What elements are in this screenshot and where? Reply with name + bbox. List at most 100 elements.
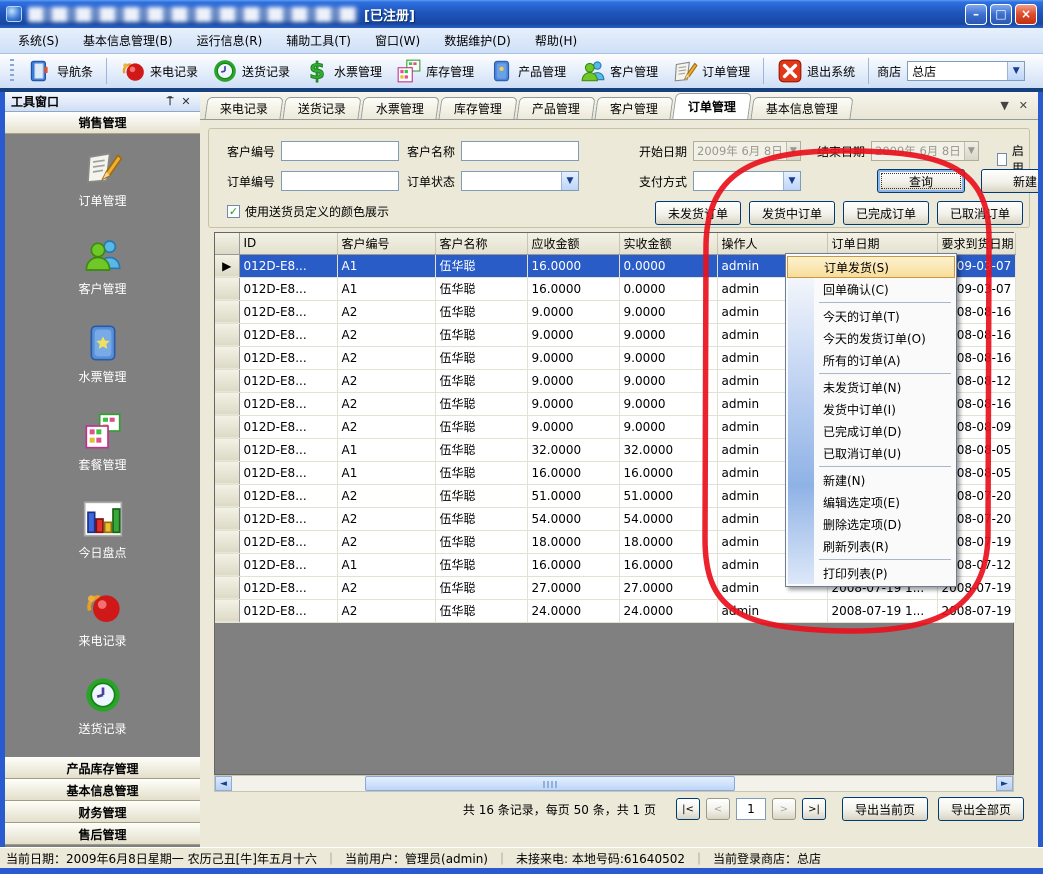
page-number-input[interactable]: 1	[736, 798, 766, 820]
sidebar-item-今日盘点[interactable]: 今日盘点	[5, 486, 200, 574]
tab-来电记录[interactable]: 来电记录	[204, 97, 283, 119]
sidebar-section-售后管理[interactable]: 售后管理	[5, 823, 200, 845]
table-cell: 2008-07-19 1...	[937, 599, 1015, 622]
sidebar-item-来电记录[interactable]: 来电记录	[5, 574, 200, 662]
tab-scroll-icon[interactable]: ▼	[1000, 99, 1008, 112]
sidebar-item-订单管理[interactable]: 订单管理	[5, 134, 200, 222]
column-header-ID[interactable]: ID	[239, 233, 337, 254]
context-menu-item-今天的发货订单(O)[interactable]: 今天的发货订单(O)	[787, 327, 955, 349]
minimize-button[interactable]: –	[965, 4, 987, 25]
context-menu-item-新建(N)[interactable]: 新建(N)	[787, 469, 955, 491]
context-menu-item-编辑选定项(E)[interactable]: 编辑选定项(E)	[787, 491, 955, 513]
tab-水票管理[interactable]: 水票管理	[360, 97, 439, 119]
context-menu-item-打印列表(P)[interactable]: 打印列表(P)	[787, 562, 955, 584]
next-page-button[interactable]: >	[772, 798, 796, 820]
sidebar-item-套餐管理[interactable]: 套餐管理	[5, 398, 200, 486]
tab-label: 基本信息管理	[766, 100, 838, 117]
sidebar-section-sales[interactable]: 销售管理	[5, 112, 200, 134]
context-menu-item-刷新列表(R)[interactable]: 刷新列表(R)	[787, 535, 955, 557]
tab-客户管理[interactable]: 客户管理	[595, 97, 674, 119]
menu-item-6[interactable]: 帮助(H)	[525, 29, 587, 52]
sidebar-section-产品库存管理[interactable]: 产品库存管理	[5, 757, 200, 779]
context-menu-item-未发货订单(N)[interactable]: 未发货订单(N)	[787, 376, 955, 398]
query-button[interactable]: 查询	[877, 169, 965, 193]
bell-icon	[83, 587, 123, 627]
column-header-客户编号[interactable]: 客户编号	[337, 233, 435, 254]
pay-method-select[interactable]: ▼	[693, 171, 801, 191]
export-current-page-button[interactable]: 导出当前页	[842, 797, 928, 821]
order-status-select[interactable]: ▼	[461, 171, 579, 191]
tab-库存管理[interactable]: 库存管理	[439, 97, 518, 119]
sidebar-item-送货记录[interactable]: 送货记录	[5, 662, 200, 750]
menu-item-5[interactable]: 数据维护(D)	[434, 29, 521, 52]
tab-close-icon[interactable]: ✕	[1019, 99, 1028, 112]
column-header-实收金额[interactable]: 实收金额	[619, 233, 717, 254]
context-menu-item-今天的订单(T)[interactable]: 今天的订单(T)	[787, 305, 955, 327]
tab-订单管理[interactable]: 订单管理	[672, 93, 752, 119]
start-date-picker[interactable]: 2009年 6月 8日 ▼	[693, 141, 801, 161]
status-filter-button-发货中订单[interactable]: 发货中订单	[749, 201, 835, 225]
column-header-要求到货日期[interactable]: 要求到货日期	[937, 233, 1015, 254]
toolbar-button-exit[interactable]: 退出系统	[772, 56, 860, 86]
scrollbar-thumb[interactable]	[365, 776, 735, 791]
menu-item-3[interactable]: 辅助工具(T)	[276, 29, 361, 52]
sidebar-section-财务管理[interactable]: 财务管理	[5, 801, 200, 823]
customer-name-input[interactable]	[461, 141, 579, 161]
toolbar-button-box[interactable]: 产品管理	[483, 56, 571, 86]
toolbar-button-bell[interactable]: 来电记录	[115, 56, 203, 86]
close-button[interactable]: ×	[1015, 4, 1037, 25]
close-icon[interactable]: ✕	[178, 94, 194, 110]
order-no-input[interactable]	[281, 171, 399, 191]
menu-item-0[interactable]: 系统(S)	[8, 29, 69, 52]
tab-送货记录[interactable]: 送货记录	[282, 97, 361, 119]
color-display-checkbox[interactable]: ✓	[227, 205, 240, 218]
pin-icon[interactable]: ⍑	[162, 94, 178, 110]
horizontal-scrollbar[interactable]: ◄ ►	[214, 775, 1014, 792]
shop-combobox[interactable]: 总店▼	[907, 61, 1025, 81]
toolbar-button-clock[interactable]: 送货记录	[207, 56, 295, 86]
column-header-订单日期[interactable]: 订单日期	[827, 233, 937, 254]
menu-item-1[interactable]: 基本信息管理(B)	[73, 29, 183, 52]
column-header-操作人[interactable]: 操作人	[717, 233, 827, 254]
customer-no-input[interactable]	[281, 141, 399, 161]
table-row[interactable]: 012D-E8...A2伍华聪24.000024.0000admin2008-0…	[215, 599, 1015, 622]
context-menu-item-删除选定项(D)[interactable]: 删除选定项(D)	[787, 513, 955, 535]
status-filter-button-已完成订单[interactable]: 已完成订单	[843, 201, 929, 225]
end-date-picker[interactable]: 2009年 6月 8日 ▼	[871, 141, 979, 161]
context-menu-item-已完成订单(D)[interactable]: 已完成订单(D)	[787, 420, 955, 442]
tab-bar-controls: ▼✕	[1000, 92, 1032, 119]
status-filter-button-已取消订单[interactable]: 已取消订单	[937, 201, 1023, 225]
context-menu-item-所有的订单(A)[interactable]: 所有的订单(A)	[787, 349, 955, 371]
tab-产品管理[interactable]: 产品管理	[517, 97, 596, 119]
prev-page-button[interactable]: <	[706, 798, 730, 820]
status-filter-button-未发货订单[interactable]: 未发货订单	[655, 201, 741, 225]
sidebar-item-客户管理[interactable]: 客户管理	[5, 222, 200, 310]
first-page-button[interactable]: |<	[676, 798, 700, 820]
toolbar-button-grid[interactable]: 库存管理	[391, 56, 479, 86]
context-menu-item-回单确认(C)[interactable]: 回单确认(C)	[787, 278, 955, 300]
scroll-left-icon[interactable]: ◄	[215, 776, 232, 791]
sidebar-item-水票管理[interactable]: 水票管理	[5, 310, 200, 398]
enable-checkbox[interactable]	[997, 153, 1007, 166]
scroll-right-icon[interactable]: ►	[996, 776, 1013, 791]
sidebar-section-基本信息管理[interactable]: 基本信息管理	[5, 779, 200, 801]
table-cell: 9.0000	[527, 369, 619, 392]
menu-item-2[interactable]: 运行信息(R)	[187, 29, 273, 52]
toolbar-button-dollar[interactable]: $水票管理	[299, 56, 387, 86]
order-icon	[83, 147, 123, 187]
context-menu-item-已取消订单(U)[interactable]: 已取消订单(U)	[787, 442, 955, 464]
maximize-button[interactable]: □	[990, 4, 1012, 25]
tab-基本信息管理[interactable]: 基本信息管理	[751, 97, 854, 119]
toolbar-button-people[interactable]: 客户管理	[575, 56, 663, 86]
table-cell: 伍华聪	[435, 461, 527, 484]
column-header-应收金额[interactable]: 应收金额	[527, 233, 619, 254]
column-header-客户名称[interactable]: 客户名称	[435, 233, 527, 254]
menu-item-4[interactable]: 窗口(W)	[365, 29, 430, 52]
context-menu-item-订单发货(S)[interactable]: 订单发货(S)	[787, 256, 955, 278]
context-menu-item-发货中订单(I)[interactable]: 发货中订单(I)	[787, 398, 955, 420]
last-page-button[interactable]: >|	[802, 798, 826, 820]
new-button[interactable]: 新建	[981, 169, 1043, 193]
toolbar-button-book[interactable]: 导航条	[22, 56, 98, 86]
toolbar-button-order[interactable]: 订单管理	[667, 56, 755, 86]
export-all-pages-button[interactable]: 导出全部页	[938, 797, 1024, 821]
